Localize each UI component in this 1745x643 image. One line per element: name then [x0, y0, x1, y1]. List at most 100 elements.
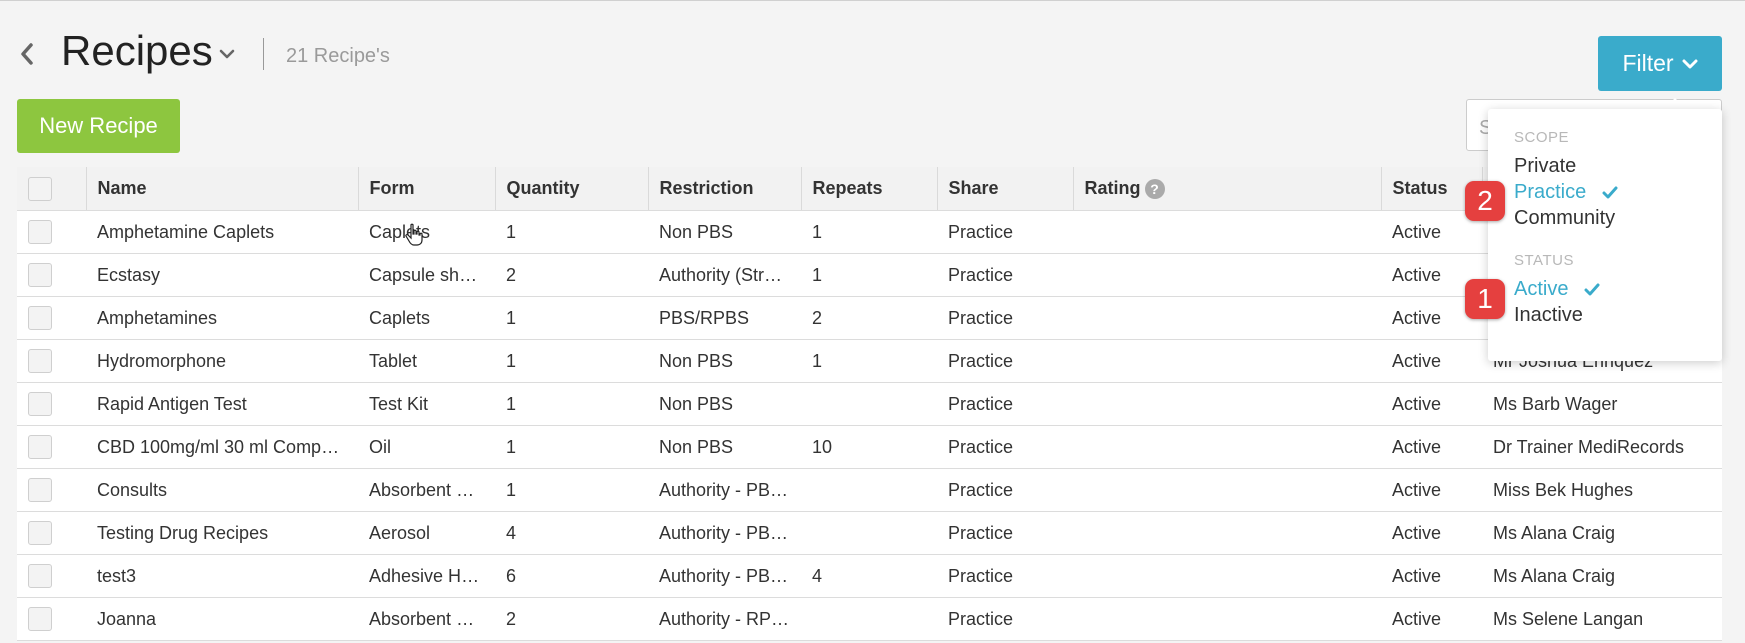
cell-form: Absorbent Pad [358, 597, 495, 641]
check-icon [1602, 186, 1618, 198]
table-row[interactable]: Consults Absorbent Pad 1 Authority - PBS/R P… [17, 468, 1722, 512]
column-header-repeats[interactable]: Repeats [800, 167, 937, 211]
cell-quantity: 1 [495, 382, 648, 426]
cell-share: Practice [937, 425, 1073, 469]
recipe-count: 21 Recipe's [286, 45, 390, 67]
table-row[interactable]: CBD 100mg/ml 30 ml Compounded Oil 1 Non PBS… [17, 425, 1722, 469]
row-checkbox[interactable] [28, 220, 52, 244]
row-select-cell[interactable] [17, 511, 86, 555]
cell-form: Tablet [358, 339, 495, 383]
cell-share: Practice [937, 339, 1073, 383]
filter-button[interactable]: Filter [1598, 36, 1722, 91]
table-row[interactable]: Joanna Absorbent Pad 2 Authority - RPBS Prac… [17, 597, 1722, 641]
cell-quantity: 1 [495, 425, 648, 469]
table-row[interactable]: Testing Drug Recipes Aerosol 4 Authority - … [17, 511, 1722, 555]
cell-rating [1073, 382, 1381, 426]
cell-repeats [801, 511, 937, 555]
row-select-cell[interactable] [17, 210, 86, 254]
filter-button-label: Filter [1622, 50, 1674, 76]
cell-created-by: Miss Bek Hughes [1482, 468, 1722, 512]
cell-status: Active [1381, 554, 1482, 598]
row-checkbox[interactable] [28, 392, 52, 416]
row-select-cell[interactable] [17, 296, 86, 340]
cell-repeats [801, 468, 937, 512]
cell-quantity: 1 [495, 296, 648, 340]
cell-name: test3 [86, 554, 358, 598]
select-all-cell[interactable] [17, 167, 86, 211]
column-header-rating[interactable]: Rating? [1072, 167, 1381, 211]
check-icon [1584, 283, 1600, 295]
hand-cursor-icon [405, 223, 423, 246]
cell-form: Caplets [358, 296, 495, 340]
cell-rating [1073, 554, 1381, 598]
cell-share: Practice [937, 554, 1073, 598]
cell-name: Hydromorphone [86, 339, 358, 383]
back-chevron-icon[interactable] [17, 39, 37, 69]
row-checkbox[interactable] [28, 607, 52, 631]
row-checkbox[interactable] [28, 435, 52, 459]
chevron-down-icon[interactable] [218, 47, 236, 61]
cell-restriction: Non PBS [648, 425, 801, 469]
column-header-quantity[interactable]: Quantity [494, 167, 648, 211]
row-checkbox[interactable] [28, 564, 52, 588]
row-checkbox[interactable] [28, 478, 52, 502]
cell-repeats: 2 [801, 296, 937, 340]
row-select-cell[interactable] [17, 597, 86, 641]
filter-dropdown: SCOPE Private Practice Community STATUS … [1488, 109, 1722, 361]
table-row[interactable]: Hydromorphone Tablet 1 Non PBS 1 Practice Acti… [17, 339, 1722, 383]
row-checkbox[interactable] [28, 521, 52, 545]
row-select-cell[interactable] [17, 253, 86, 297]
row-select-cell[interactable] [17, 554, 86, 598]
cell-status: Active [1381, 382, 1482, 426]
cell-restriction: Authority - PBS/RPBS [648, 511, 801, 555]
title-separator [263, 38, 264, 70]
cell-status: Active [1381, 425, 1482, 469]
row-select-cell[interactable] [17, 382, 86, 426]
cell-quantity: 2 [495, 253, 648, 297]
scope-option-practice[interactable]: Practice [1514, 181, 1618, 204]
cell-form: Test Kit [358, 382, 495, 426]
cell-restriction: Authority - PBS/RPBS [648, 468, 801, 512]
row-checkbox[interactable] [28, 349, 52, 373]
cell-form: Absorbent Pad [358, 468, 495, 512]
row-select-cell[interactable] [17, 468, 86, 512]
row-checkbox[interactable] [28, 263, 52, 287]
scope-option-community[interactable]: Community [1514, 207, 1615, 230]
callout-badge-1: 1 [1465, 279, 1505, 319]
cell-restriction: Authority - PBS/RPBS [648, 554, 801, 598]
cell-form: Caplets [358, 210, 495, 254]
cell-rating [1073, 468, 1381, 512]
cell-rating [1073, 597, 1381, 641]
cell-repeats: 4 [801, 554, 937, 598]
cell-restriction: Non PBS [648, 210, 801, 254]
cell-created-by: Ms Alana Craig [1482, 554, 1722, 598]
cell-name: Ecstasy [86, 253, 358, 297]
column-header-share[interactable]: Share [936, 167, 1073, 211]
cell-name: Testing Drug Recipes [86, 511, 358, 555]
cell-created-by: Ms Barb Wager [1482, 382, 1722, 426]
table-row[interactable]: test3Adhesive Hydrocolloid6Authority - P… [17, 554, 1722, 598]
status-heading: STATUS [1514, 252, 1574, 269]
column-header-form[interactable]: Form [357, 167, 495, 211]
status-option-active[interactable]: Active [1514, 278, 1600, 301]
scope-option-private[interactable]: Private [1514, 155, 1576, 178]
cell-name: CBD 100mg/ml 30 ml Compounded [86, 425, 358, 469]
column-header-name[interactable]: Name [85, 167, 358, 211]
row-select-cell[interactable] [17, 339, 86, 383]
cell-repeats: 1 [801, 253, 937, 297]
row-checkbox[interactable] [28, 306, 52, 330]
column-header-restriction[interactable]: Restriction [647, 167, 801, 211]
select-all-checkbox[interactable] [28, 176, 52, 201]
cell-rating [1073, 253, 1381, 297]
status-option-inactive[interactable]: Inactive [1514, 304, 1583, 327]
new-recipe-button[interactable]: New Recipe [17, 99, 180, 153]
help-question-icon[interactable]: ? [1144, 179, 1165, 200]
cell-created-by: Dr Trainer MediRecords [1482, 425, 1722, 469]
cell-restriction: Authority - RPBS [648, 597, 801, 641]
cell-restriction: Non PBS [648, 382, 801, 426]
cell-restriction: Non PBS [648, 339, 801, 383]
cell-share: Practice [937, 382, 1073, 426]
cell-share: Practice [937, 210, 1073, 254]
table-row[interactable]: Rapid Antigen Test Test Kit 1 Non PBS Practi… [17, 382, 1722, 426]
row-select-cell[interactable] [17, 425, 86, 469]
